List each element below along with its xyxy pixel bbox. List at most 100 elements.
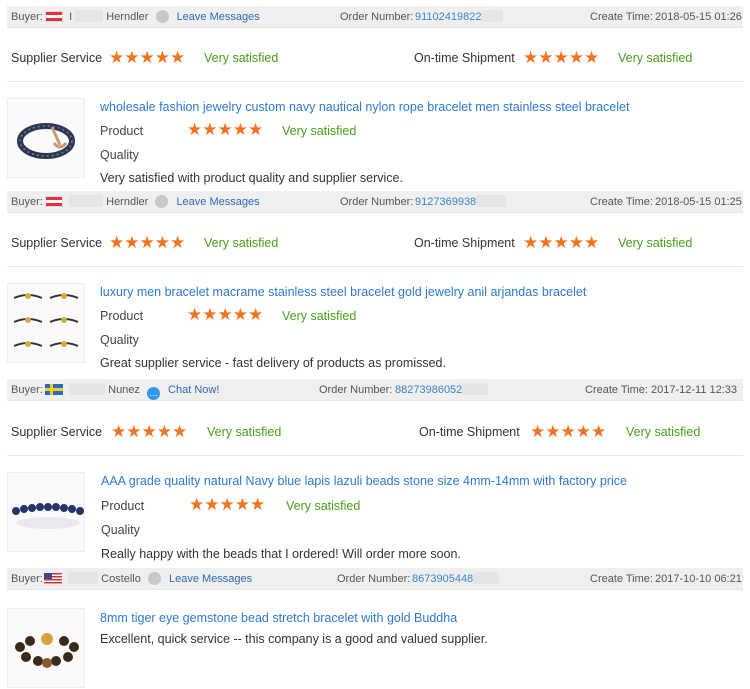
supplier-service-label: Supplier Service xyxy=(11,236,103,250)
product-stars: ★★★★★ xyxy=(189,495,266,514)
leave-messages-link[interactable]: Leave Messages xyxy=(176,196,259,208)
supplier-service-label: Supplier Service xyxy=(11,425,103,439)
product-thumbnail[interactable] xyxy=(7,98,85,178)
lapis-beads-image xyxy=(12,503,84,529)
product-rating-text: Very satisfied xyxy=(286,499,361,513)
buyer-label: Buyer: xyxy=(11,11,43,23)
supplier-rating-text: Very satisfied xyxy=(204,236,279,250)
leave-messages-link[interactable]: Leave Messages xyxy=(169,573,252,585)
redacted-name xyxy=(69,195,104,207)
product-stars: ★★★★★ xyxy=(187,305,264,324)
create-time-label: Create Time: xyxy=(585,384,648,396)
shipment-stars: ★★★★★ xyxy=(530,422,607,441)
order-number-label: Order Number: xyxy=(340,11,414,23)
austria-flag-icon xyxy=(45,196,63,207)
buyer-label: Buyer: xyxy=(11,573,43,585)
order-number-value[interactable]: 9127369938 xyxy=(415,191,507,213)
buyer-info: Herndler Leave Messages xyxy=(45,191,260,213)
shipment-rating-text: Very satisfied xyxy=(618,51,693,65)
order-number-label: Order Number: xyxy=(337,573,411,585)
review-comment: Really happy with the beads that I order… xyxy=(101,547,461,561)
create-time-label: Create Time: xyxy=(590,196,653,208)
order-number-label: Order Number: xyxy=(319,384,393,396)
buyer-label: Buyer: xyxy=(11,384,43,396)
product-label: Product xyxy=(100,124,144,138)
create-time-label: Create Time: xyxy=(590,573,653,585)
product-rating-text: Very satisfied xyxy=(282,124,357,138)
order-number-label: Order Number: xyxy=(340,196,414,208)
shipment-label: On-time Shipment xyxy=(414,236,515,250)
quality-label: Quality xyxy=(101,523,140,537)
buyer-name: Costello xyxy=(101,573,141,585)
supplier-stars: ★★★★★ xyxy=(111,422,188,441)
redacted-name xyxy=(68,572,99,584)
supplier-rating-text: Very satisfied xyxy=(207,425,282,439)
buyer-name: Herndler xyxy=(106,11,149,23)
macrame-bracelets-image xyxy=(13,293,79,347)
product-thumbnail[interactable] xyxy=(7,472,85,552)
product-thumbnail[interactable] xyxy=(7,283,85,363)
product-row: 8mm tiger eye gemstone bead stretch brac… xyxy=(7,600,743,689)
shipment-label: On-time Shipment xyxy=(419,425,520,439)
product-row: wholesale fashion jewelry custom navy na… xyxy=(7,90,743,186)
product-stars: ★★★★★ xyxy=(187,120,264,139)
sweden-flag-icon xyxy=(45,384,63,395)
product-row: AAA grade quality natural Navy blue lapi… xyxy=(7,464,743,562)
buyer-initial: I xyxy=(69,11,73,23)
order-number-value[interactable]: 8673905448 xyxy=(412,568,500,590)
austria-flag-icon xyxy=(45,11,63,22)
tiger-eye-bracelet-image xyxy=(15,633,79,668)
rope-bracelet-image xyxy=(17,123,75,159)
product-row: luxury men bracelet macrame stainless st… xyxy=(7,275,743,371)
review-header: Buyer: Costello Leave Messages Order Num… xyxy=(7,568,743,590)
buyer-info: I Herndler Leave Messages xyxy=(45,6,260,28)
product-label: Product xyxy=(100,309,144,323)
chat-now-link[interactable]: Chat Now! xyxy=(168,384,219,396)
order-number-value[interactable]: 91102419822 xyxy=(415,6,504,28)
product-thumbnail[interactable] xyxy=(7,608,85,688)
redacted-name xyxy=(69,383,106,395)
usa-flag-icon xyxy=(44,573,62,584)
product-title-link[interactable]: AAA grade quality natural Navy blue lapi… xyxy=(101,474,627,488)
redacted-name xyxy=(75,10,104,22)
create-time-value: 2018-05-15 01:25 xyxy=(655,196,742,208)
product-title-link[interactable]: wholesale fashion jewelry custom navy na… xyxy=(100,100,629,114)
buyer-label: Buyer: xyxy=(11,196,43,208)
rating-row: Supplier Service ★★★★★ Very satisfied On… xyxy=(7,38,743,82)
create-time-value: 2018-05-15 01:26 xyxy=(655,11,742,23)
quality-label: Quality xyxy=(100,333,139,347)
create-time-value: 2017-12-11 12:33 xyxy=(651,384,738,396)
message-icon[interactable] xyxy=(155,195,169,208)
shipment-stars: ★★★★★ xyxy=(523,48,600,67)
supplier-stars: ★★★★★ xyxy=(109,48,186,67)
create-time-label: Create Time: xyxy=(590,11,653,23)
supplier-rating-text: Very satisfied xyxy=(204,51,279,65)
rating-row: Supplier Service ★★★★★ Very satisfied On… xyxy=(7,223,743,267)
shipment-rating-text: Very satisfied xyxy=(618,236,693,250)
buyer-name: Herndler xyxy=(106,196,149,208)
review-comment: Great supplier service - fast delivery o… xyxy=(100,356,446,370)
product-rating-text: Very satisfied xyxy=(282,309,357,323)
buyer-info: Costello Leave Messages xyxy=(44,568,252,590)
product-title-link[interactable]: luxury men bracelet macrame stainless st… xyxy=(100,285,586,299)
product-title-link[interactable]: 8mm tiger eye gemstone bead stretch brac… xyxy=(100,611,457,625)
product-label: Product xyxy=(101,499,145,513)
shipment-stars: ★★★★★ xyxy=(523,233,600,252)
shipment-label: On-time Shipment xyxy=(414,51,515,65)
review-comment: Very satisfied with product quality and … xyxy=(100,171,403,185)
shipment-rating-text: Very satisfied xyxy=(626,425,701,439)
review-header: Buyer: I Herndler Leave Messages Order N… xyxy=(7,6,743,28)
review-comment: Excellent, quick service -- this company… xyxy=(100,632,488,646)
quality-label: Quality xyxy=(100,148,139,162)
leave-messages-link[interactable]: Leave Messages xyxy=(177,11,260,23)
review-header: Buyer: Herndler Leave Messages Order Num… xyxy=(7,191,743,213)
order-number-value[interactable]: 88273986052 xyxy=(395,379,489,401)
message-icon[interactable] xyxy=(147,572,161,585)
review-header: Buyer: Nunez … Chat Now! Order Number: 8… xyxy=(7,379,743,401)
message-icon[interactable] xyxy=(155,10,169,23)
supplier-stars: ★★★★★ xyxy=(109,233,186,252)
rating-row: Supplier Service ★★★★★ Very satisfied On… xyxy=(7,412,743,456)
buyer-name: Nunez xyxy=(108,384,140,396)
buyer-info: Nunez … Chat Now! xyxy=(45,379,219,401)
chat-icon[interactable]: … xyxy=(146,387,160,400)
